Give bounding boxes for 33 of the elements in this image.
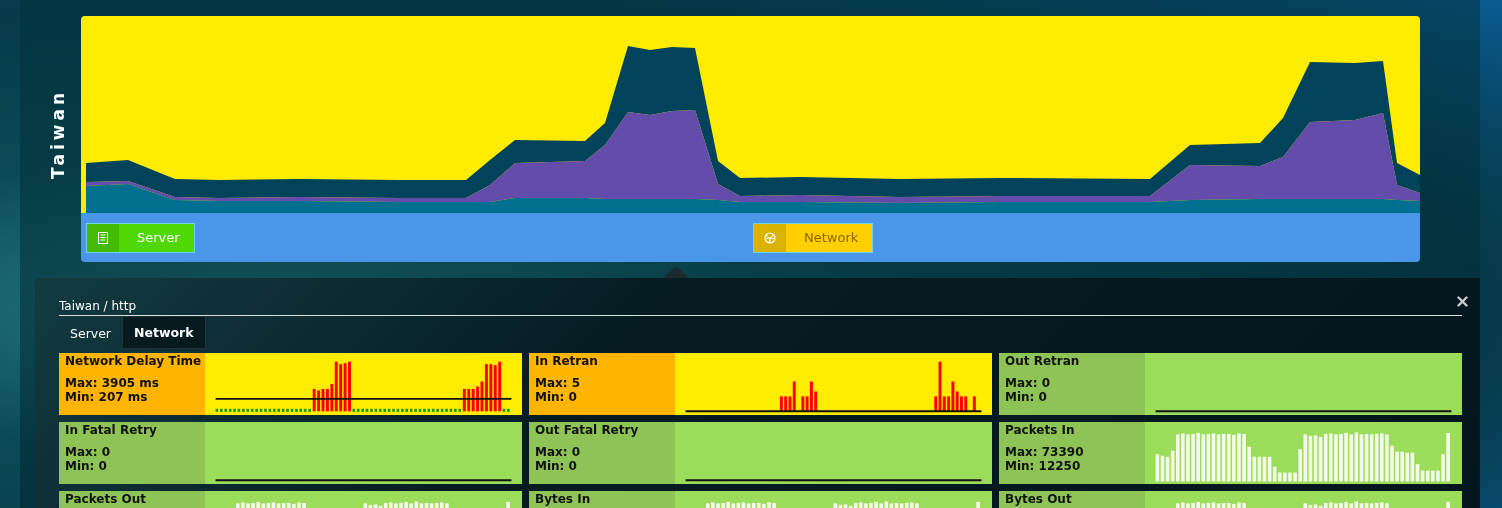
metric-title: Out Retran xyxy=(1005,355,1081,369)
breadcrumb: Taiwan / http xyxy=(59,299,137,313)
tab[interactable]: Network xyxy=(122,317,206,349)
region-label: Taiwan xyxy=(48,89,68,179)
metric-title: Out Fatal Retry xyxy=(535,424,640,438)
metric-min: Min: 207 ms xyxy=(65,390,149,405)
metric-max: Max: 5 xyxy=(535,376,582,391)
bar xyxy=(506,501,510,508)
tab[interactable]: Server xyxy=(59,317,122,349)
metric-min: Min: 0 xyxy=(535,390,578,405)
server-icon xyxy=(98,231,108,244)
close-icon[interactable] xyxy=(1457,296,1468,307)
globe-icon xyxy=(764,231,776,244)
metric-title: In Fatal Retry xyxy=(65,424,158,438)
metric-min: Min: 0 xyxy=(1005,390,1048,405)
metric-title: Bytes In xyxy=(535,493,592,507)
metric-max: Max: 0 xyxy=(1005,376,1052,391)
metric-min: Min: 0 xyxy=(65,459,108,474)
metric-max: Max: 0 xyxy=(535,445,582,460)
bar xyxy=(1446,501,1450,508)
bar xyxy=(976,501,980,508)
metric-min: Min: 0 xyxy=(535,459,578,474)
metric-max: Max: 0 xyxy=(65,445,112,460)
pointer-triangle-icon xyxy=(663,266,689,278)
metric-max: Max: 3905 ms xyxy=(65,376,160,391)
metric-max: Max: 73390 xyxy=(1005,445,1085,460)
metric-title: Packets Out xyxy=(65,493,148,507)
metric-title: In Retran xyxy=(535,355,599,369)
metric-min: Min: 12250 xyxy=(1005,459,1082,474)
bar xyxy=(972,396,976,412)
metric-title: Packets In xyxy=(1005,424,1076,438)
metric-title: Bytes Out xyxy=(1005,493,1073,507)
metric-title: Network Delay Time xyxy=(65,355,199,369)
